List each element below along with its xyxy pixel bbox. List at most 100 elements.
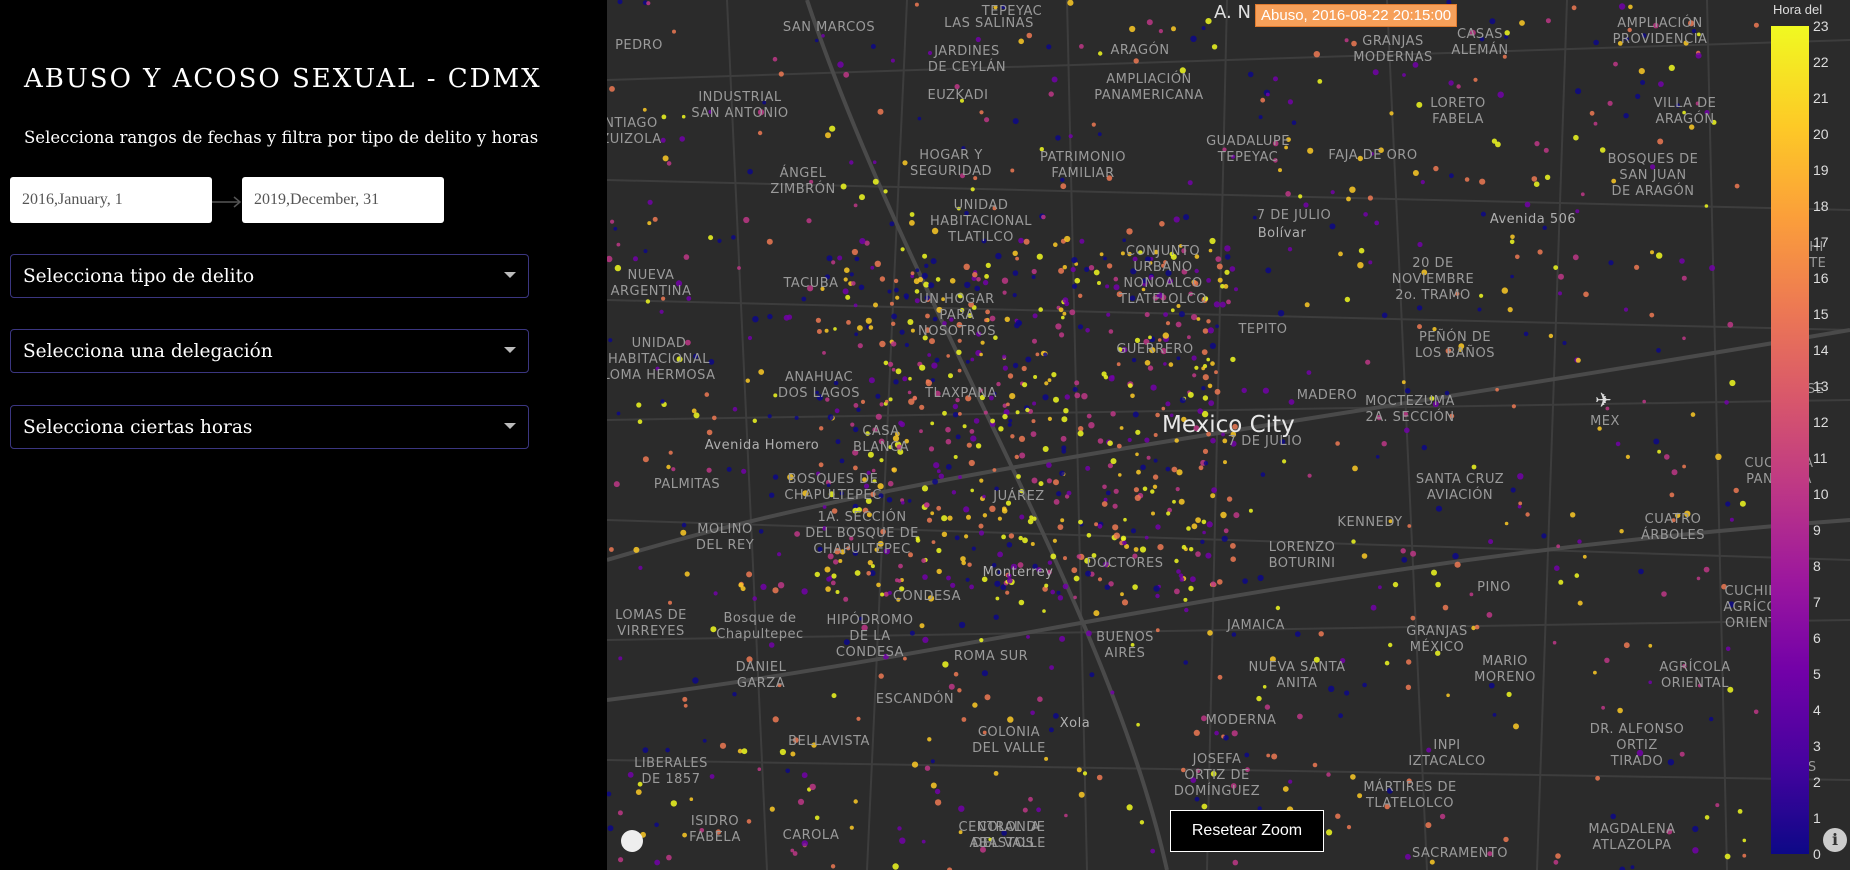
crime-point — [801, 772, 808, 779]
crime-point — [1742, 853, 1747, 858]
crime-point — [890, 58, 895, 63]
crime-point — [1534, 141, 1540, 147]
reset-zoom-button[interactable]: Resetear Zoom — [1170, 810, 1324, 852]
crime-point — [1133, 547, 1139, 552]
neighborhood-label: EUZKADI — [927, 88, 989, 103]
crime-type-dropdown-placeholder: Selecciona tipo de delito — [23, 266, 255, 287]
crime-point — [889, 301, 894, 306]
crime-point — [1725, 646, 1731, 652]
crime-point — [1256, 695, 1262, 702]
crime-point — [777, 582, 785, 589]
chevron-down-icon[interactable] — [504, 423, 516, 429]
crime-point — [1224, 254, 1231, 260]
crime-point — [1297, 713, 1303, 720]
crime-point — [1102, 484, 1107, 490]
crime-point — [1191, 314, 1198, 321]
crime-point — [1085, 465, 1091, 471]
crime-point — [818, 462, 824, 468]
crime-point — [880, 592, 885, 597]
end-date-input[interactable]: 2019,December, 31 — [242, 177, 444, 223]
crime-point — [1733, 487, 1739, 494]
crime-point — [1381, 312, 1388, 319]
crime-type-dropdown[interactable]: Selecciona tipo de delito — [10, 254, 529, 298]
chevron-down-icon[interactable] — [504, 272, 516, 278]
crime-point — [1165, 401, 1171, 407]
crime-point — [919, 429, 923, 434]
crime-point — [1406, 659, 1412, 665]
crime-point — [1217, 277, 1223, 283]
crime-point — [936, 568, 942, 575]
crime-point — [672, 29, 676, 34]
colorbar-tick: 10 — [1813, 486, 1829, 502]
crime-point — [1209, 342, 1216, 349]
crime-point — [1031, 419, 1036, 424]
crime-point — [1053, 499, 1060, 505]
chevron-down-icon[interactable] — [504, 347, 516, 353]
crime-point — [1074, 392, 1081, 399]
map-label-fragment: A. N — [1214, 2, 1251, 23]
crime-point — [741, 748, 748, 755]
crime-point — [1351, 539, 1356, 544]
crime-point — [1357, 262, 1364, 269]
crime-point — [1136, 722, 1140, 727]
crime-point — [1071, 567, 1078, 574]
crime-point — [1206, 521, 1213, 528]
crime-point — [1093, 610, 1100, 617]
crime-point — [1648, 680, 1652, 685]
crime-point — [1456, 84, 1461, 89]
crime-point — [979, 638, 984, 643]
crime-point — [1098, 51, 1103, 56]
start-date-input[interactable]: 2016,January, 1 — [10, 177, 212, 223]
neighborhood-label: UNIDAD HABITACIONAL TLATILCO — [929, 198, 1033, 245]
crime-point — [809, 783, 816, 791]
crime-point — [1179, 577, 1185, 582]
mapbox-logo-icon[interactable] — [621, 830, 643, 852]
crime-point — [1155, 412, 1160, 418]
crime-point — [1727, 321, 1734, 328]
crime-point — [1053, 242, 1058, 247]
crime-point — [1282, 786, 1289, 792]
crime-point — [1183, 214, 1190, 221]
hours-dropdown[interactable]: Selecciona ciertas horas — [10, 405, 529, 449]
crime-point — [1181, 544, 1187, 550]
crime-point — [1079, 238, 1085, 244]
crime-point — [866, 571, 871, 576]
crime-point — [887, 289, 892, 294]
crime-point — [1078, 791, 1085, 798]
crime-point — [1210, 493, 1216, 499]
crime-point — [1202, 448, 1209, 454]
neighborhood-label: SACRAMENTO — [1412, 846, 1508, 861]
crime-point — [964, 281, 971, 289]
delegation-dropdown[interactable]: Selecciona una delegación — [10, 329, 529, 373]
crime-point — [931, 362, 938, 369]
crime-point — [1110, 458, 1117, 465]
crime-point — [1064, 394, 1070, 400]
crime-point — [1709, 265, 1716, 271]
crime-point — [974, 285, 980, 292]
crime-point — [1628, 4, 1633, 10]
neighborhood-label: MÁRTIRES DE TLATELOLCO — [1363, 780, 1457, 811]
crime-point — [936, 469, 941, 474]
crime-point — [1223, 460, 1227, 465]
crime-map[interactable]: TEPEYAC SAN MARCOS LAS SALINAS PEDRO JARDINE… — [607, 0, 1850, 870]
crime-point — [794, 531, 800, 537]
crime-point — [1047, 416, 1052, 421]
crime-point — [973, 418, 980, 424]
crime-point — [1048, 91, 1054, 97]
crime-point — [769, 492, 775, 498]
crime-point — [837, 61, 844, 68]
crime-point — [1187, 391, 1194, 398]
crime-point — [984, 117, 990, 123]
crime-point — [618, 857, 624, 863]
info-icon[interactable]: i — [1823, 828, 1847, 852]
crime-point — [921, 272, 928, 279]
neighborhood-label: SAN MARCOS — [782, 20, 876, 35]
neighborhood-label: BOSQUES DE SAN JUAN DE ARAGÓN — [1607, 152, 1699, 199]
crime-point — [790, 848, 795, 853]
crime-point — [1219, 301, 1226, 308]
crime-point — [1171, 26, 1176, 32]
crime-point — [891, 467, 897, 473]
crime-point — [1060, 183, 1067, 190]
crime-point — [1210, 361, 1215, 366]
crime-point — [1133, 487, 1139, 493]
